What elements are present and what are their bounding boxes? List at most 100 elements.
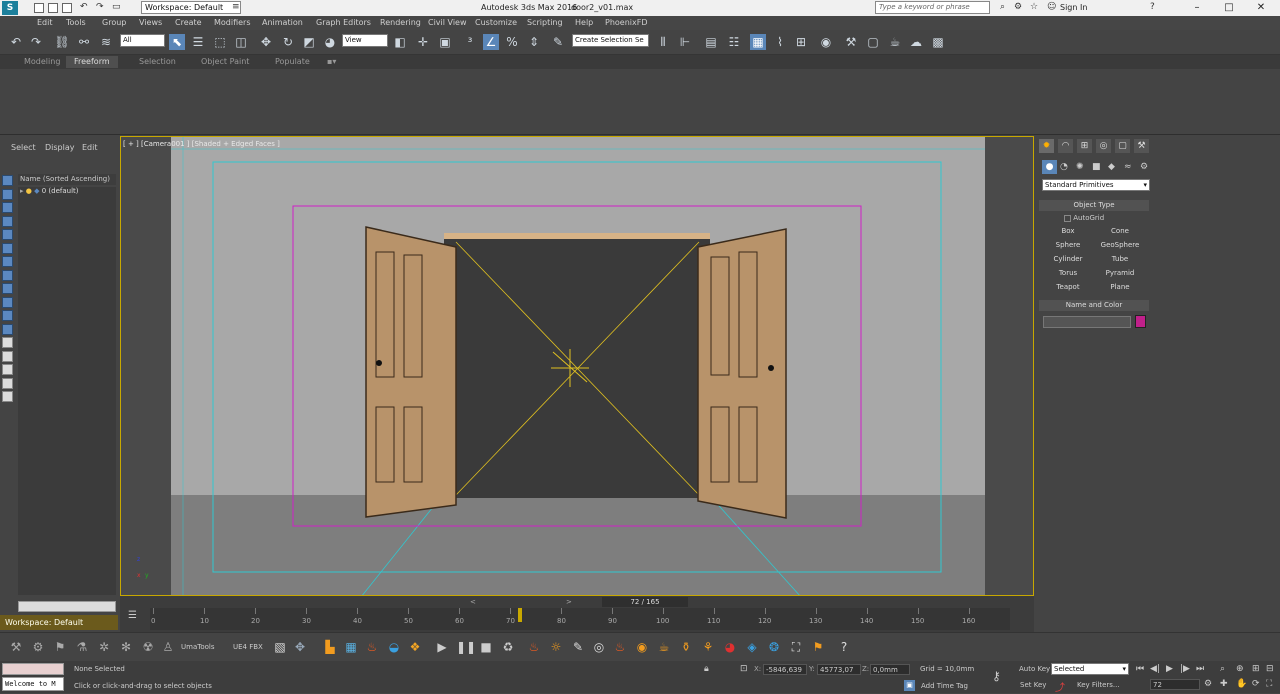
viewport-label[interactable]: [ + ] [Camera001 ] [Shaded + Edged Faces… [123, 140, 280, 148]
stop-icon[interactable]: ■ [478, 639, 494, 655]
rect-selection-icon[interactable]: ⬚ [212, 34, 228, 50]
minimize-button[interactable]: – [1182, 0, 1212, 16]
spacewarps-icon[interactable]: ≈ [1124, 162, 1132, 172]
named-selection-dropdown[interactable]: Create Selection Se [572, 34, 649, 47]
toggle-ribbon-icon[interactable]: ☷ [726, 34, 742, 50]
display-all-icon[interactable] [2, 188, 13, 200]
name-color-rollout[interactable]: Name and Color [1039, 300, 1149, 311]
tool-icon-6[interactable]: ✻ [118, 639, 134, 655]
fx-icon-6[interactable]: ⚱ [678, 639, 694, 655]
snap-3d-icon[interactable]: ³ [462, 34, 478, 50]
align-icon[interactable]: ⊩ [677, 34, 693, 50]
fx-icon-4[interactable]: ◉ [634, 639, 650, 655]
fx-icon-10[interactable]: ❂ [766, 639, 782, 655]
filter-options-icon[interactable] [2, 377, 13, 389]
helpers-icon[interactable]: ◆ [1108, 162, 1115, 172]
maxscript-listener-top[interactable] [2, 663, 64, 675]
go-to-end-icon[interactable]: ⏭ [1196, 664, 1204, 674]
current-frame-marker[interactable] [518, 608, 523, 622]
project-folder-icon[interactable]: ▭ [112, 2, 121, 12]
cameras-icon[interactable]: ■ [1092, 162, 1101, 172]
time-slider[interactable]: 72 / 165 [602, 597, 688, 607]
zoom-icon[interactable]: ⌕ [1220, 664, 1225, 674]
fx-icon-1[interactable]: ✎ [570, 639, 586, 655]
fx-icon-2[interactable]: ◎ [591, 639, 607, 655]
link-tool-icon[interactable]: ✥ [292, 639, 308, 655]
torus-button[interactable]: Torus [1043, 267, 1093, 279]
menu-create[interactable]: Create [175, 18, 202, 27]
hidden-filter-icon[interactable] [2, 364, 13, 375]
object-type-rollout[interactable]: Object Type [1039, 200, 1149, 211]
scale-icon[interactable]: ◩ [301, 34, 317, 50]
display-invert-icon[interactable] [2, 202, 13, 213]
spacewarps-filter-icon[interactable] [2, 283, 13, 294]
tab-selection[interactable]: Selection [139, 57, 176, 66]
tab-populate[interactable]: Populate [275, 57, 310, 66]
zoom-extents-icon[interactable]: ⊞ [1252, 664, 1260, 674]
bones-filter-icon[interactable] [2, 323, 13, 335]
redo-icon[interactable]: ↷ [96, 2, 104, 12]
rotate-icon[interactable]: ↻ [280, 34, 296, 50]
umatools-button[interactable]: UmaTools [181, 643, 214, 651]
tube-button[interactable]: Tube [1095, 253, 1145, 265]
scene-explorer-icon[interactable]: ▦ [750, 34, 766, 50]
exchange-icon[interactable]: ⚙ [1014, 2, 1022, 12]
geosphere-button[interactable]: GeoSphere [1095, 239, 1145, 251]
menu-scripting[interactable]: Scripting [527, 18, 563, 27]
menu-tools[interactable]: Tools [66, 18, 86, 27]
percent-snap-icon[interactable]: % [504, 34, 520, 50]
phoenix-icon-4[interactable]: ◒ [386, 639, 402, 655]
maximize-button[interactable]: □ [1214, 0, 1244, 16]
new-file-icon[interactable] [34, 3, 44, 13]
set-key-button[interactable]: Set Key [1020, 681, 1046, 689]
set-key-icon[interactable]: ⤴ [1055, 679, 1065, 694]
export-icon[interactable]: ▧ [272, 639, 288, 655]
cylinder-button[interactable]: Cylinder [1043, 253, 1093, 265]
time-next-icon[interactable]: > [566, 598, 572, 606]
find-icon[interactable] [2, 391, 13, 402]
mirror-icon[interactable]: ⫴ [655, 34, 671, 50]
y-coordinate-field[interactable]: 45773,07 [817, 664, 861, 675]
render-iterative-icon[interactable]: ☁ [908, 34, 924, 50]
help-icon[interactable]: ? [1150, 2, 1155, 12]
time-prev-icon[interactable]: < [470, 598, 476, 606]
layer-explorer-icon[interactable]: ▤ [703, 34, 719, 50]
phoenix-icon-1[interactable]: ▙ [322, 639, 338, 655]
render-setup-icon[interactable]: ⚒ [843, 34, 859, 50]
fire-icon-2[interactable]: ☼ [548, 639, 564, 655]
time-config-icon[interactable]: ⚙ [1204, 679, 1212, 689]
maximize-viewport-icon[interactable]: ⛶ [1266, 679, 1272, 689]
se-tab-edit[interactable]: Edit [82, 143, 98, 152]
z-coordinate-field[interactable]: 0,0mm [870, 664, 910, 675]
field-of-view-icon[interactable]: ✚ [1220, 679, 1228, 689]
undo-icon[interactable]: ↶ [8, 34, 24, 50]
window-crossing-icon[interactable]: ◫ [233, 34, 249, 50]
checkbox-icon[interactable] [1064, 214, 1071, 222]
menu-civil-view[interactable]: Civil View [428, 18, 467, 27]
save-file-icon[interactable] [62, 3, 72, 13]
fx-icon-7[interactable]: ⚘ [700, 639, 716, 655]
fx-icon-11[interactable]: ⛶ [788, 639, 804, 655]
move-icon[interactable]: ✥ [258, 34, 274, 50]
camera-viewport[interactable]: z x y [ + ] [Camera001 ] [Shaded + Edged… [120, 136, 1034, 596]
sphere-button[interactable]: Sphere [1043, 239, 1093, 251]
tool-icon-1[interactable]: ⚒ [8, 639, 24, 655]
mini-curve-editor-icon[interactable]: ☰ [128, 610, 137, 621]
pan-icon[interactable]: ✋ [1236, 679, 1247, 689]
select-manipulate-icon[interactable]: ✛ [415, 34, 431, 50]
undo-icon[interactable]: ↶ [80, 2, 88, 12]
angle-snap-icon[interactable]: ∠ [483, 34, 499, 50]
lights-icon[interactable]: ✺ [1076, 162, 1084, 172]
menu-edit[interactable]: Edit [37, 18, 53, 27]
search-icon[interactable]: ⌕ [1000, 2, 1005, 12]
user-icon[interactable]: ☺ [1047, 2, 1056, 12]
pause-icon[interactable]: ❚❚ [456, 639, 476, 655]
render-activeshade-icon[interactable]: ▩ [930, 34, 946, 50]
tool-icon-2[interactable]: ⚙ [30, 639, 46, 655]
pivot-center-icon[interactable]: ◧ [392, 34, 408, 50]
prev-frame-icon[interactable]: ◀| [1150, 664, 1160, 674]
absolute-mode-icon[interactable]: ⊡ [740, 664, 748, 674]
phoenix-icon-5[interactable]: ❖ [407, 639, 423, 655]
fx-icon-8[interactable]: ◕ [722, 639, 738, 655]
key-icon[interactable]: ⚷ [992, 669, 1001, 683]
